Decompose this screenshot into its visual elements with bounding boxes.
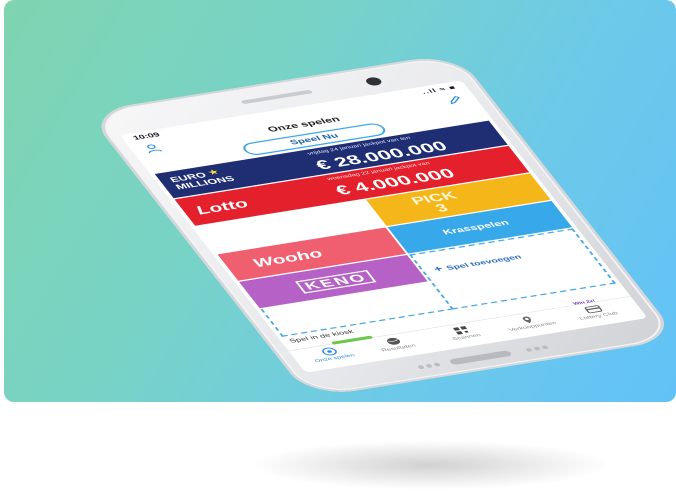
add-game-label: +Spel toevoegen: [430, 253, 524, 274]
front-camera: [363, 76, 384, 87]
speaker-grille: [541, 345, 549, 350]
charging-port: [448, 350, 513, 366]
woohoo-logo: Wooho: [249, 247, 327, 270]
euromillions-logo: EURO MILLIONS: [167, 170, 237, 192]
tab-label: Resultaten: [380, 343, 418, 353]
speaker-grille: [425, 363, 433, 368]
speaker-grille: [417, 365, 425, 370]
earpiece-speaker: [240, 89, 314, 105]
pick3-logo: PICK 3: [408, 189, 460, 215]
stage: 10:09 ..il ≈ ■ Onze spelen Speel Nu Mijn…: [0, 0, 676, 504]
tab-scannen[interactable]: Scannen: [430, 322, 496, 344]
tab-onze-spelen[interactable]: Onze spelen: [298, 343, 364, 365]
tab-verkooppunten[interactable]: Verkooppunten: [496, 311, 562, 333]
tab-lottery-club[interactable]: Win 2x! Lottery Club: [562, 299, 628, 323]
phone-shadow: [250, 440, 610, 490]
speaker-grille: [533, 346, 541, 351]
keno-logo: KENO: [295, 269, 377, 294]
speaker-grille: [433, 362, 441, 367]
speaker-grille: [525, 347, 533, 352]
tab-resultaten[interactable]: Resultaten: [362, 333, 428, 355]
lotto-logo: Lotto: [192, 197, 252, 218]
krasspelen-label: Krasspelen: [440, 218, 512, 237]
status-time: 10:09: [131, 131, 162, 142]
